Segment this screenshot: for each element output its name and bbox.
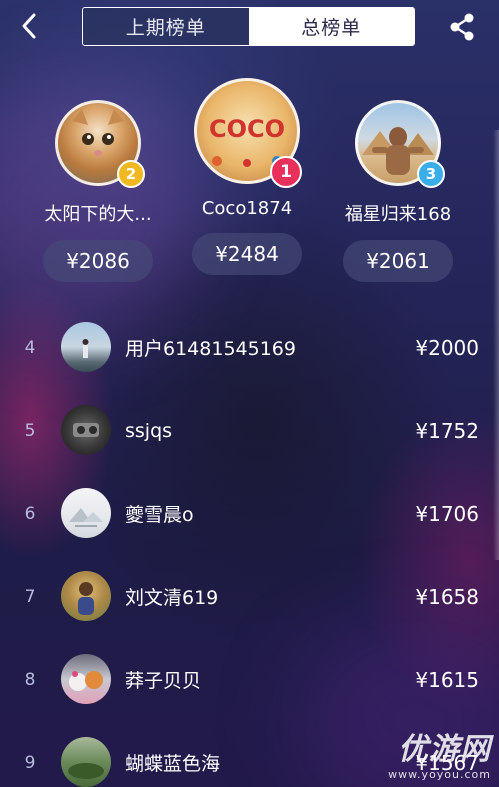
coco-logo-text: COCO xyxy=(209,115,285,143)
tab-overall[interactable]: 总榜单 xyxy=(248,8,414,45)
avatar[interactable] xyxy=(61,571,111,621)
list-item[interactable]: 4 用户61481545169 ¥2000 xyxy=(0,306,499,389)
watermark-title: 优游网 xyxy=(398,732,491,767)
list-rank: 5 xyxy=(24,420,36,441)
list-username: 莽子贝贝 xyxy=(125,670,202,692)
ranking-list: 4 用户61481545169 ¥2000 5 ssjqs ¥1752 6 夔雪… xyxy=(0,306,499,787)
list-amount: ¥1615 xyxy=(415,667,479,692)
list-rank: 4 xyxy=(24,337,36,358)
list-rank: 8 xyxy=(24,669,36,690)
rank-badge-2: 2 xyxy=(117,160,145,188)
avatar[interactable] xyxy=(61,488,111,538)
list-item[interactable]: 5 ssjqs ¥1752 xyxy=(0,389,499,472)
list-item[interactable]: 8 莽子贝贝 ¥1615 xyxy=(0,638,499,721)
list-amount: ¥1706 xyxy=(415,501,479,526)
podium-amount-3: ¥2061 xyxy=(343,240,453,282)
list-username: 刘文清619 xyxy=(125,587,219,609)
share-icon xyxy=(450,13,474,41)
podium-amount-1: ¥2484 xyxy=(192,233,302,275)
chevron-left-icon xyxy=(22,13,36,39)
rank-badge-1: 1 xyxy=(270,156,302,188)
podium-name-2: 太阳下的大... xyxy=(44,204,152,225)
list-amount: ¥1658 xyxy=(415,584,479,609)
list-username: 蝴蝶蓝色海 xyxy=(125,753,221,775)
back-button[interactable] xyxy=(14,10,46,42)
tab-last-period[interactable]: 上期榜单 xyxy=(83,8,249,45)
share-button[interactable] xyxy=(447,12,477,42)
leaderboard-tabs: 上期榜单 总榜单 xyxy=(82,7,415,46)
list-rank: 6 xyxy=(24,503,36,524)
podium-rank-1[interactable]: COCO 1 Coco1874 ¥2484 xyxy=(172,78,322,275)
list-amount: ¥1752 xyxy=(415,418,479,443)
list-username: 用户61481545169 xyxy=(125,338,296,360)
list-rank: 9 xyxy=(24,752,36,773)
avatar[interactable] xyxy=(61,322,111,372)
podium-name-3: 福星归来168 xyxy=(344,204,452,225)
podium-amount-2: ¥2086 xyxy=(43,240,153,282)
list-item[interactable]: 7 刘文清619 ¥1658 xyxy=(0,555,499,638)
scroll-edge xyxy=(493,130,499,560)
list-item[interactable]: 6 夔雪晨o ¥1706 xyxy=(0,472,499,555)
top-three-podium: 2 太阳下的大... ¥2086 COCO 1 Coco1874 ¥2484 3… xyxy=(0,70,499,290)
avatar[interactable] xyxy=(61,405,111,455)
list-amount: ¥2000 xyxy=(415,335,479,360)
watermark-url: www.yoyou.com xyxy=(388,768,491,781)
list-rank: 7 xyxy=(24,586,36,607)
list-username: ssjqs xyxy=(125,419,173,442)
avatar[interactable] xyxy=(61,654,111,704)
watermark: 优游网 www.yoyou.com xyxy=(388,724,491,781)
rank-badge-3: 3 xyxy=(417,160,445,188)
list-username: 夔雪晨o xyxy=(125,504,194,526)
podium-rank-2[interactable]: 2 太阳下的大... ¥2086 xyxy=(23,100,173,282)
podium-rank-3[interactable]: 3 福星归来168 ¥2061 xyxy=(323,100,473,282)
podium-name-1: Coco1874 xyxy=(201,198,293,219)
header: 上期榜单 总榜单 xyxy=(0,0,499,54)
avatar[interactable] xyxy=(61,737,111,787)
